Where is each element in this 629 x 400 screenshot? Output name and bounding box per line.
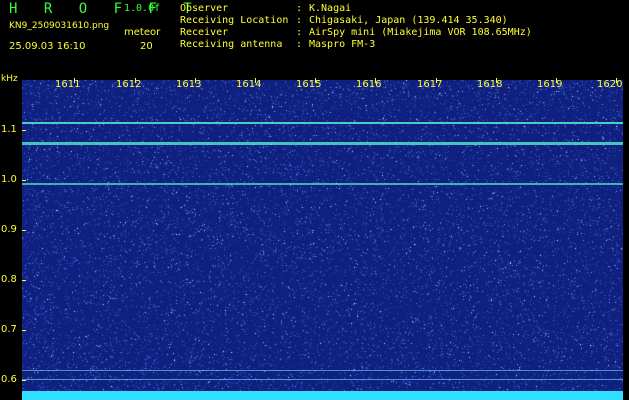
baseband-strip xyxy=(22,391,623,400)
info-value-location: Chigasaki, Japan (139.414 35.340) xyxy=(309,15,508,26)
freq-tick xyxy=(22,230,26,231)
version-label: 1.0.0f xyxy=(124,3,161,14)
signal-line xyxy=(22,142,623,145)
freq-tick xyxy=(22,280,26,281)
time-label: 1618 xyxy=(477,79,503,90)
spectrogram-noise xyxy=(22,80,623,400)
time-label: 1619 xyxy=(537,79,563,90)
time-label: 1613 xyxy=(176,79,202,90)
meteor-label: meteor xyxy=(124,27,161,38)
meteor-count: 20 xyxy=(140,41,153,52)
info-value-observer: K.Nagai xyxy=(309,3,352,14)
signal-line xyxy=(22,122,623,124)
freq-tick xyxy=(22,130,26,131)
freq-label: 0.7 xyxy=(1,324,17,335)
info-key-observer: Observer xyxy=(180,3,229,14)
info-value-receiver: AirSpy mini (Miakejima VOR 108.65MHz) xyxy=(309,27,532,38)
time-axis: 1611 1612 1613 1614 1615 1616 1617 1618 … xyxy=(22,78,623,94)
freq-tick xyxy=(22,330,26,331)
time-label: 1616 xyxy=(356,79,382,90)
app-title: H R O F F T xyxy=(9,1,201,17)
freq-label: 1.1 xyxy=(1,124,17,135)
info-colon: : xyxy=(296,15,303,26)
freq-unit-label: kHz xyxy=(1,74,18,84)
freq-label: 0.8 xyxy=(1,274,17,285)
info-value-antenna: Maspro FM-3 xyxy=(309,39,376,50)
signal-line xyxy=(22,379,623,380)
time-label: 1611 xyxy=(55,79,81,90)
info-colon: : xyxy=(296,39,303,50)
spectrogram-plot xyxy=(22,80,623,400)
info-key-location: Receiving Location xyxy=(180,15,289,26)
signal-line xyxy=(22,370,623,371)
info-key-receiver: Receiver xyxy=(180,27,229,38)
info-colon: : xyxy=(296,27,303,38)
freq-label: 0.9 xyxy=(1,224,17,235)
datetime: 25.09.03 16:10 xyxy=(9,41,86,52)
freq-label: 0.6 xyxy=(1,374,17,385)
freq-tick xyxy=(22,380,26,381)
time-label: 1617 xyxy=(417,79,443,90)
time-label: 1620 xyxy=(597,79,623,90)
freq-tick xyxy=(22,180,26,181)
info-key-antenna: Receiving antenna xyxy=(180,39,283,50)
signal-line xyxy=(22,183,623,185)
time-label: 1612 xyxy=(116,79,142,90)
time-label: 1615 xyxy=(296,79,322,90)
time-label: 1614 xyxy=(236,79,262,90)
header-panel: H R O F F T 1.0.0f KN9_2509031610.png me… xyxy=(0,0,629,74)
file-name: KN9_2509031610.png xyxy=(9,21,110,31)
info-colon: : xyxy=(296,3,303,14)
freq-label: 1.0 xyxy=(1,174,17,185)
